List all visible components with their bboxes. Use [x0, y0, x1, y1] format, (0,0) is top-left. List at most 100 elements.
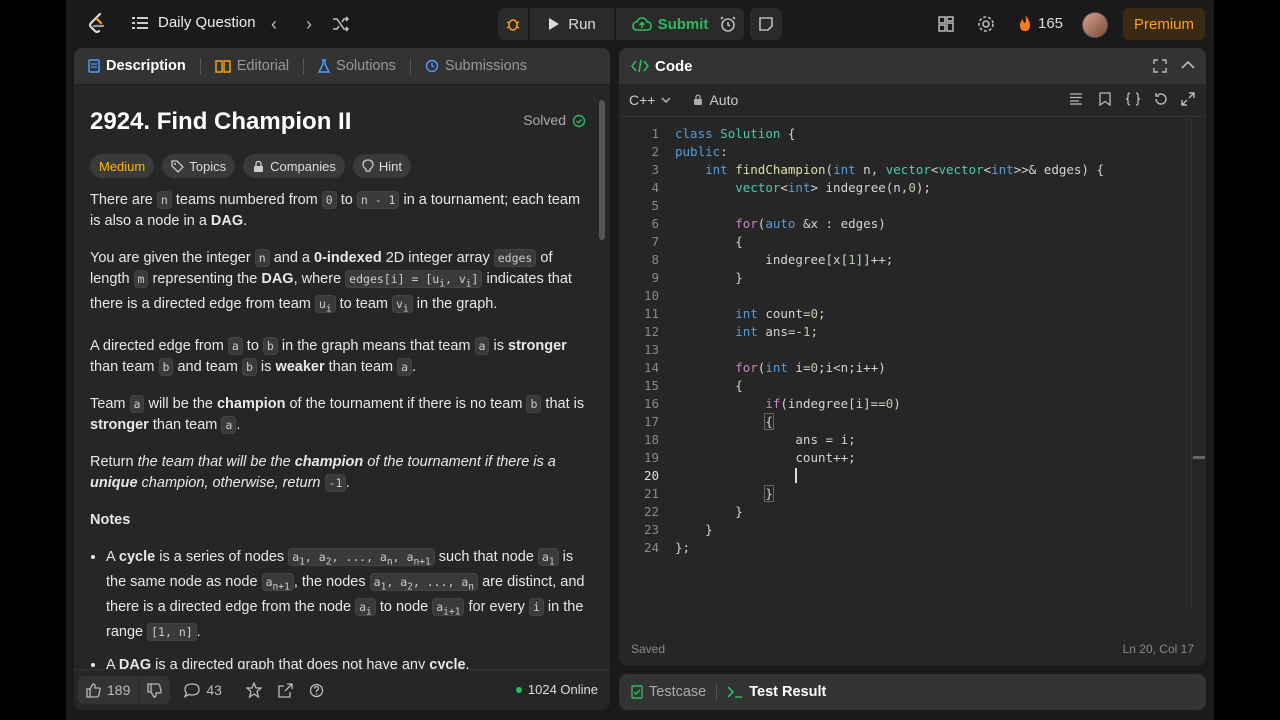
cursor-position: Ln 20, Col 17 — [1122, 642, 1194, 656]
shuffle-icon[interactable] — [332, 15, 350, 33]
problem-list-label: Daily Question — [158, 14, 256, 31]
terminal-icon — [727, 686, 743, 698]
test-panel: Testcase Test Result — [619, 674, 1206, 710]
topics-button[interactable]: Topics — [162, 154, 236, 178]
braces-icon[interactable] — [1125, 92, 1141, 106]
maximize-icon[interactable] — [1153, 59, 1167, 73]
tab-testcase[interactable]: Testcase — [631, 684, 706, 700]
description-footer: 189 43 1024 Online — [74, 669, 610, 710]
timer-button[interactable] — [712, 8, 744, 40]
chevron-up-icon[interactable] — [1181, 60, 1195, 70]
layout-grid-icon[interactable] — [936, 14, 956, 34]
favorite-button[interactable] — [238, 676, 270, 704]
cloud-upload-icon — [631, 17, 652, 31]
line-number: 17 — [643, 414, 659, 429]
alarm-clock-icon — [720, 16, 736, 32]
difficulty-label: Medium — [99, 158, 146, 174]
code-brackets-icon — [631, 59, 649, 73]
desc-paragraph: Team a will be the champion of the tourn… — [90, 394, 585, 434]
hint-button[interactable]: Hint — [352, 154, 411, 178]
premium-label: Premium — [1133, 15, 1194, 33]
language-select[interactable]: C++ — [629, 92, 671, 108]
streak-counter[interactable]: 165 — [1018, 14, 1063, 32]
share-button[interactable] — [270, 676, 301, 704]
expand-icon[interactable] — [1181, 92, 1195, 106]
code-panel: Code C++ Auto 1 class Solution { 2 publi… — [619, 48, 1206, 666]
editor-scrollbar[interactable] — [1191, 118, 1206, 608]
code-line: { — [675, 378, 743, 393]
code-line: int ans=-1; — [735, 324, 819, 339]
premium-button[interactable]: Premium — [1123, 8, 1205, 40]
line-number: 8 — [651, 252, 659, 267]
star-icon — [245, 682, 262, 698]
tab-divider — [409, 58, 411, 74]
flask-icon — [318, 59, 331, 73]
tag-icon — [171, 159, 185, 173]
notes-button[interactable] — [750, 8, 782, 40]
dislike-button[interactable] — [139, 676, 170, 704]
line-number: 4 — [651, 180, 659, 195]
settings-gear-icon[interactable] — [976, 14, 996, 34]
notes-list: A cycle is a series of nodes a1, a2, ...… — [90, 547, 586, 677]
like-button[interactable]: 189 — [78, 676, 138, 704]
tab-editorial[interactable]: Editorial — [215, 58, 289, 74]
code-line: { — [764, 413, 774, 430]
code-line: public: — [675, 144, 728, 159]
difficulty-badge[interactable]: Medium — [90, 154, 155, 178]
like-dislike-group: 189 — [78, 676, 171, 704]
save-status: Saved — [631, 642, 666, 656]
bookmark-icon[interactable] — [1099, 92, 1111, 106]
thumbs-up-icon — [86, 682, 101, 698]
line-number: 20 — [643, 468, 659, 483]
tag-pills: Medium Topics Companies Hint — [90, 154, 586, 178]
solved-status: Solved — [523, 110, 586, 131]
code-line: count++; — [675, 450, 856, 465]
description-scrollbar[interactable] — [598, 88, 606, 668]
code-line: int findChampion(int n, vector<vector<in… — [705, 162, 1105, 177]
code-line: int count=0; — [735, 306, 826, 321]
next-problem-chevron-right-icon[interactable]: › — [299, 14, 319, 34]
auto-mode-toggle[interactable]: Auto — [693, 92, 738, 108]
code-line: for(auto &x : edges) — [735, 216, 886, 231]
companies-label: Companies — [270, 158, 336, 174]
comment-icon — [184, 682, 201, 698]
code-editor[interactable]: 1 class Solution { 2 public: 3 int findC… — [619, 118, 1206, 618]
list-item: A cycle is a series of nodes a1, a2, ...… — [106, 547, 586, 644]
line-number: 11 — [643, 306, 659, 321]
code-line: if(indegree[i]==0) — [765, 396, 901, 411]
note-icon — [759, 17, 773, 31]
reset-icon[interactable] — [1154, 92, 1168, 106]
tab-test-result[interactable]: Test Result — [727, 684, 826, 700]
code-line: ans = i; — [675, 432, 856, 447]
line-number: 19 — [643, 450, 659, 465]
line-number: 12 — [643, 324, 659, 339]
leetcode-logo-icon[interactable] — [86, 12, 108, 36]
user-avatar[interactable] — [1082, 12, 1108, 38]
tab-description[interactable]: Description — [88, 58, 186, 74]
submit-label: Submit — [657, 15, 709, 33]
streak-count: 165 — [1038, 14, 1064, 32]
code-panel-header: Code — [619, 48, 1206, 84]
tab-submissions[interactable]: Submissions — [425, 58, 527, 74]
line-number: 15 — [643, 378, 659, 393]
comments-button[interactable]: 43 — [176, 676, 230, 704]
leetcode-app: Daily Question ‹ › Run Submit 165 Premiu… — [66, 0, 1214, 720]
help-button[interactable] — [301, 676, 332, 704]
format-lines-icon[interactable] — [1069, 93, 1083, 105]
problem-list-button[interactable]: Daily Question — [132, 14, 256, 31]
companies-button[interactable]: Companies — [243, 154, 345, 178]
online-count: 1024 Online — [515, 682, 598, 697]
desc-paragraph: There are n teams numbered from 0 to n -… — [90, 191, 581, 229]
book-icon — [215, 60, 231, 73]
line-number: 10 — [643, 288, 659, 303]
debug-button[interactable] — [498, 8, 528, 40]
hint-label: Hint — [378, 158, 402, 174]
prev-problem-chevron-left-icon[interactable]: ‹ — [264, 14, 284, 34]
code-line: vector<int> indegree(n,0); — [735, 180, 931, 195]
line-number: 21 — [643, 486, 659, 501]
run-button[interactable]: Run — [530, 8, 614, 40]
submit-button[interactable]: Submit — [616, 8, 724, 40]
tab-solutions[interactable]: Solutions — [318, 58, 396, 74]
code-line: } — [675, 504, 743, 519]
code-line: { — [675, 234, 743, 249]
